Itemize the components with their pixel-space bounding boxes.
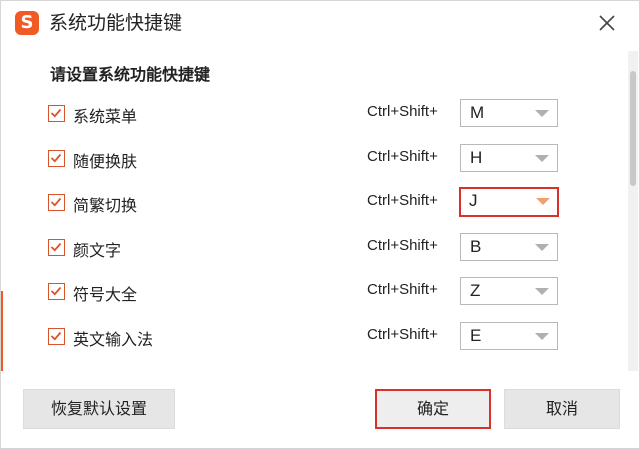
restore-defaults-button[interactable]: 恢复默认设置 xyxy=(23,389,175,429)
key-select-value: E xyxy=(470,326,482,345)
shortcut-checkbox[interactable] xyxy=(48,194,65,211)
key-select[interactable]: H xyxy=(460,144,558,172)
shortcut-label: 英文输入法 xyxy=(73,330,154,349)
shortcut-checkbox[interactable] xyxy=(48,328,65,345)
close-button[interactable] xyxy=(593,9,621,37)
shortcut-label: 符号大全 xyxy=(73,285,138,304)
shortcut-label: 简繁切换 xyxy=(73,196,138,215)
shortcut-row: 符号大全 Ctrl+Shift+ Z xyxy=(1,274,621,310)
key-select[interactable]: Z xyxy=(460,277,558,305)
checkmark-icon xyxy=(50,331,62,341)
key-select[interactable]: B xyxy=(460,233,558,261)
modifier-prefix: Ctrl+Shift+ xyxy=(367,148,438,165)
chevron-down-icon xyxy=(535,244,549,251)
key-select[interactable]: M xyxy=(460,99,558,127)
checkmark-icon xyxy=(50,108,62,118)
chevron-down-icon xyxy=(535,333,549,340)
key-select[interactable]: E xyxy=(460,322,558,350)
modifier-prefix: Ctrl+Shift+ xyxy=(367,326,438,343)
shortcut-label: 颜文字 xyxy=(73,241,122,260)
shortcut-checkbox[interactable] xyxy=(48,239,65,256)
scrollbar-thumb[interactable] xyxy=(630,71,636,186)
chevron-down-icon xyxy=(535,288,549,295)
chevron-down-icon xyxy=(535,155,549,162)
checkmark-icon xyxy=(50,286,62,296)
ok-button[interactable]: 确定 xyxy=(375,389,491,429)
close-icon xyxy=(599,15,615,31)
sogou-logo-icon: S xyxy=(15,11,39,35)
scrollbar[interactable] xyxy=(628,51,638,371)
shortcut-label: 随便换肤 xyxy=(73,152,138,171)
key-select-value: Z xyxy=(470,281,481,300)
shortcut-checkbox[interactable] xyxy=(48,105,65,122)
modifier-prefix: Ctrl+Shift+ xyxy=(367,103,438,120)
cancel-button[interactable]: 取消 xyxy=(504,389,620,429)
shortcut-checkbox[interactable] xyxy=(48,283,65,300)
checkmark-icon xyxy=(50,242,62,252)
chevron-down-icon xyxy=(536,198,550,205)
shortcut-row: 系统菜单 Ctrl+Shift+ M xyxy=(1,96,621,132)
section-title: 请设置系统功能快捷键 xyxy=(50,65,211,84)
modifier-prefix: Ctrl+Shift+ xyxy=(367,281,438,298)
title-bar: S 系统功能快捷键 xyxy=(1,1,639,45)
shortcut-row: 颜文字 Ctrl+Shift+ B xyxy=(1,230,621,266)
shortcut-row: 随便换肤 Ctrl+Shift+ H xyxy=(1,141,621,177)
shortcut-checkbox[interactable] xyxy=(48,150,65,167)
key-select-value: H xyxy=(470,148,483,167)
key-select-value: J xyxy=(469,191,478,210)
shortcut-row: 英文输入法 Ctrl+Shift+ E xyxy=(1,319,621,355)
shortcut-label: 系统菜单 xyxy=(73,107,138,126)
shortcut-settings-dialog: S 系统功能快捷键 请设置系统功能快捷键 系统菜单 Ctrl+Shift+ M 随便换… xyxy=(0,0,640,449)
checkmark-icon xyxy=(50,153,62,163)
key-select[interactable]: J xyxy=(459,187,559,217)
window-title: 系统功能快捷键 xyxy=(49,12,183,34)
key-select-value: M xyxy=(470,103,485,122)
modifier-prefix: Ctrl+Shift+ xyxy=(367,192,438,209)
shortcut-row: 简繁切换 Ctrl+Shift+ J xyxy=(1,185,621,221)
modifier-prefix: Ctrl+Shift+ xyxy=(367,237,438,254)
checkmark-icon xyxy=(50,197,62,207)
chevron-down-icon xyxy=(535,110,549,117)
accent-edge xyxy=(1,291,3,371)
key-select-value: B xyxy=(470,237,482,256)
